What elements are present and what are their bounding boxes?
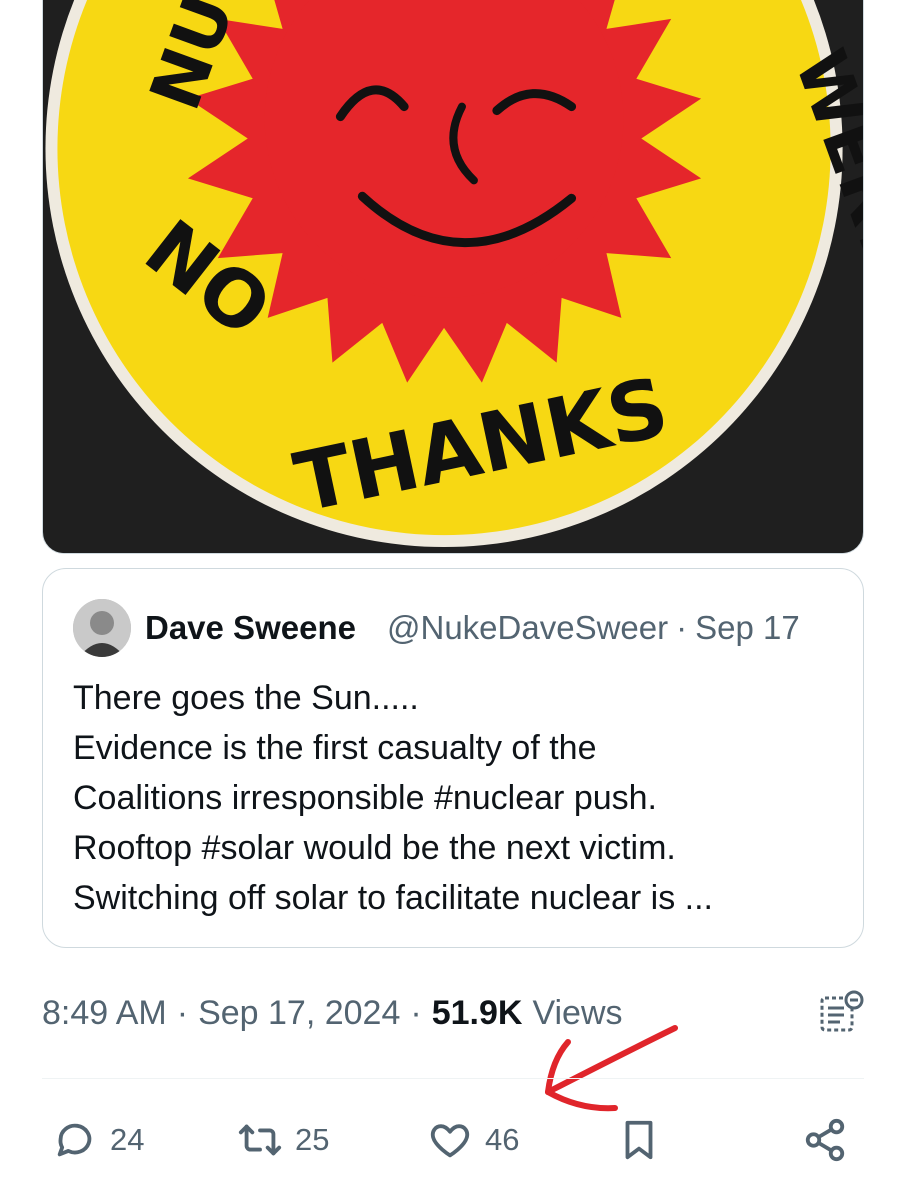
quote-line: Coalitions irresponsible #nuclear push. bbox=[73, 779, 657, 817]
reply-icon bbox=[57, 1123, 92, 1157]
separator-dot: · bbox=[676, 609, 688, 646]
no-nukes-sticker-image: NU WER? NO THANKS bbox=[43, 0, 863, 553]
tweet-media-image[interactable]: NU WER? NO THANKS bbox=[42, 0, 864, 554]
quoted-post-card[interactable]: Dave Sweene @NukeDaveSweer · Sep 17 Ther… bbox=[42, 568, 864, 948]
quote-line: Evidence is the first casualty of the bbox=[73, 729, 597, 767]
views-count[interactable]: 51.9K bbox=[432, 994, 523, 1033]
quoted-post-text: There goes the Sun..... Evidence is the … bbox=[73, 673, 843, 923]
like-icon bbox=[430, 1124, 470, 1158]
bookmark-button[interactable] bbox=[616, 1110, 662, 1170]
quoted-post-date[interactable]: Sep 17 bbox=[695, 609, 800, 647]
like-count: 46 bbox=[485, 1122, 520, 1157]
quote-line: Rooftop #solar would be the next victim. bbox=[73, 829, 676, 867]
separator-dot: · bbox=[176, 993, 189, 1032]
views-label: Views bbox=[532, 993, 623, 1032]
post-analytics-icon[interactable] bbox=[818, 990, 864, 1036]
bookmark-icon bbox=[625, 1120, 653, 1160]
repost-count: 25 bbox=[295, 1122, 330, 1157]
repost-button[interactable]: 25 bbox=[237, 1110, 329, 1170]
post-time[interactable]: 8:49 AM bbox=[42, 994, 167, 1033]
retweet-icon bbox=[238, 1124, 282, 1156]
share-icon bbox=[805, 1118, 845, 1162]
quoted-author-handle[interactable]: @NukeDaveSweer bbox=[387, 609, 668, 647]
quote-line: Switching off solar to facilitate nuclea… bbox=[73, 879, 714, 917]
quote-line: There goes the Sun..... bbox=[73, 679, 419, 717]
reply-button[interactable]: 24 bbox=[52, 1110, 144, 1170]
divider bbox=[42, 1078, 864, 1079]
avatar[interactable] bbox=[73, 599, 131, 657]
post-action-bar: 24 25 46 bbox=[42, 1110, 864, 1170]
separator-dot: · bbox=[410, 993, 422, 1032]
quoted-author-name[interactable]: Dave Sweene bbox=[145, 609, 375, 647]
share-button[interactable] bbox=[802, 1110, 848, 1170]
post-date[interactable]: Sep 17, 2024 bbox=[198, 994, 400, 1033]
quoted-post-header: Dave Sweene @NukeDaveSweer · Sep 17 bbox=[73, 599, 800, 657]
post-metadata: 8:49 AM · Sep 17, 2024 · 51.9K Views bbox=[42, 990, 623, 1036]
reply-count: 24 bbox=[110, 1122, 145, 1157]
like-button[interactable]: 46 bbox=[427, 1110, 519, 1170]
